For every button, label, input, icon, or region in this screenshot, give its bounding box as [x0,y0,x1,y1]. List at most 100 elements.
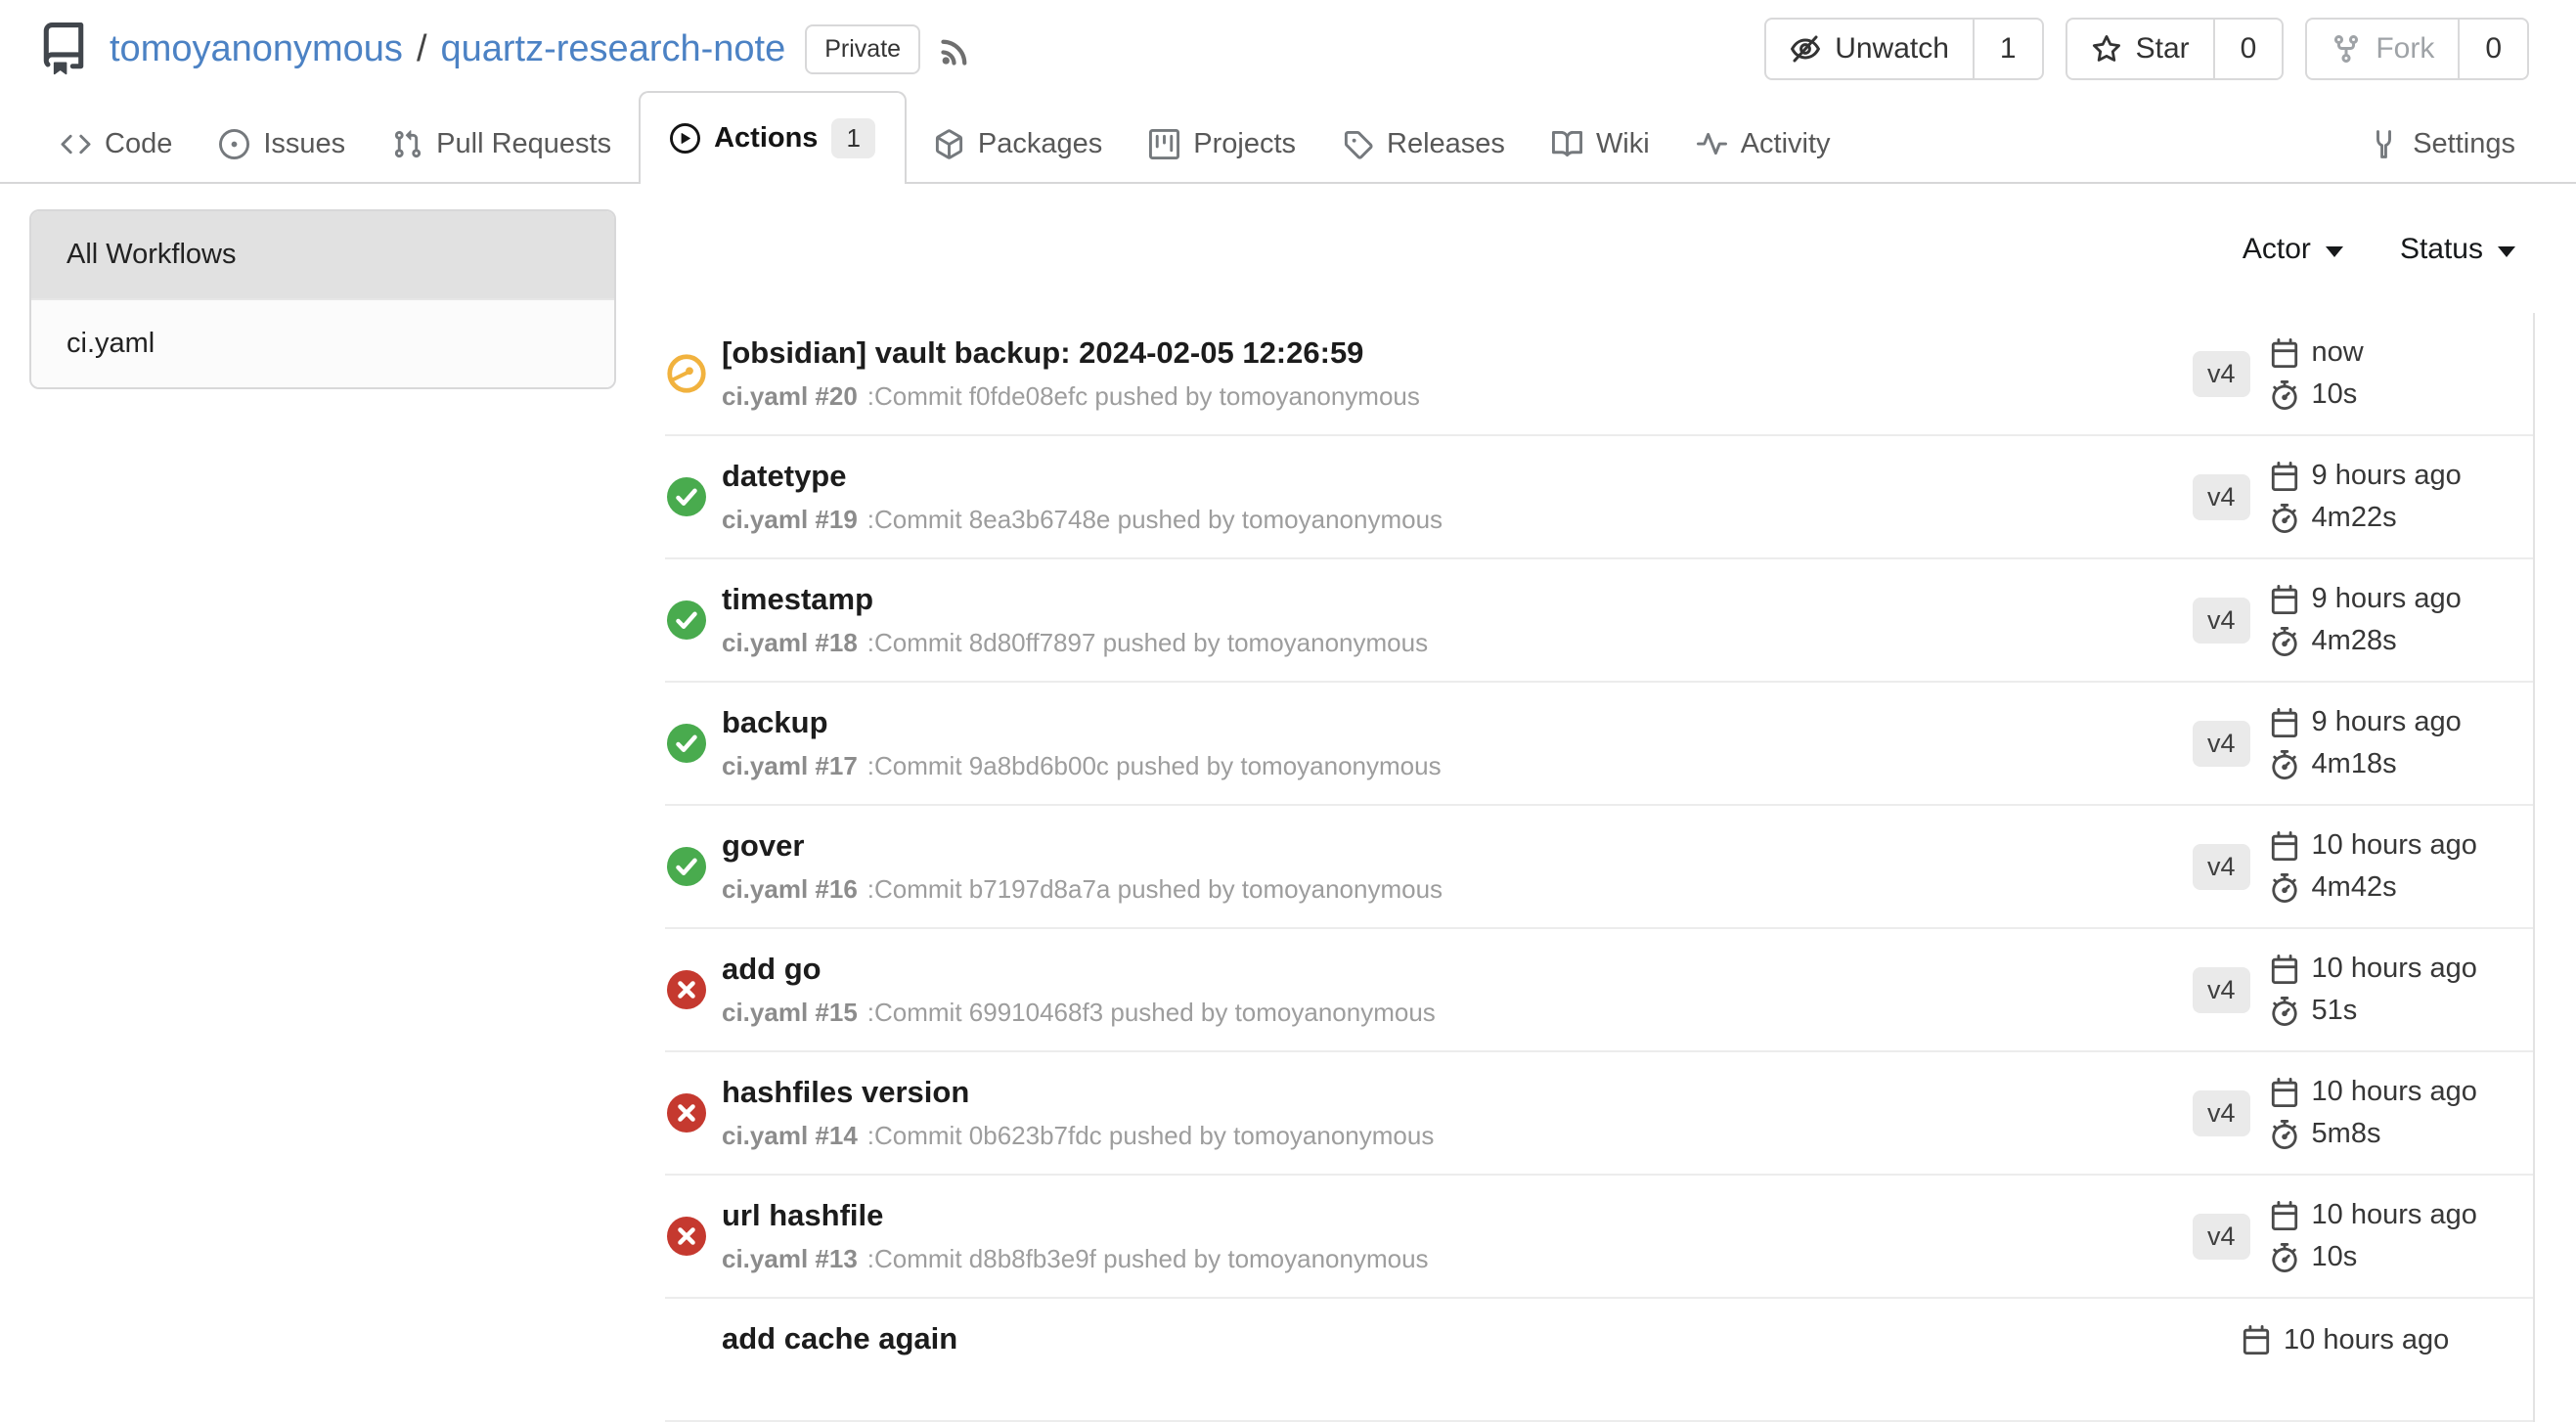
unwatch-button[interactable]: Unwatch [1766,20,1973,78]
project-board-icon [1149,129,1179,159]
run-title[interactable]: [obsidian] vault backup: 2024-02-05 12:2… [722,335,2193,371]
run-title[interactable]: url hashfile [722,1198,2193,1233]
run-duration: 4m22s [2312,502,2397,534]
fork-button[interactable]: Fork [2307,20,2458,78]
run-workflow-ref: ci.yaml #14 [722,1121,858,1150]
run-text-block: backup ci.yaml #17 :Commit 9a8bd6b00c pus… [722,705,2193,781]
stopwatch-icon [2270,750,2299,779]
workflow-run-row[interactable]: hashfiles version ci.yaml #14 :Commit 0b6… [665,1052,2533,1176]
run-text-block: add go ci.yaml #15:Commit 69910468f3 pus… [722,952,2193,1028]
run-times: 10 hours ago 51s [2270,953,2477,1027]
run-time: now [2312,336,2364,369]
tab-actions[interactable]: Actions 1 [639,91,907,184]
tab-settings[interactable]: Settings [2349,107,2535,182]
workflow-run-row[interactable]: add cache again 10 hours ago [665,1299,2533,1422]
run-subtitle: ci.yaml #16:Commit b7197d8a7a pushed by … [722,874,2193,905]
run-meta: v4 10 hours ago 5m8s [2193,1076,2529,1150]
breadcrumb: tomoyanonymous / quartz-research-note [110,28,785,70]
tab-issues-label: Issues [263,128,345,160]
run-title[interactable]: gover [722,828,2193,864]
tab-code[interactable]: Code [41,107,192,182]
workflow-run-row[interactable]: [obsidian] vault backup: 2024-02-05 12:2… [665,313,2533,436]
run-duration-line: 51s [2270,995,2477,1027]
visibility-badge: Private [805,24,920,74]
calendar-icon [2270,338,2299,368]
runner-version-badge: v4 [2193,351,2250,397]
workflow-run-row[interactable]: datetype ci.yaml #19:Commit 8ea3b6748e p… [665,436,2533,559]
sidebar-item-all-workflows[interactable]: All Workflows [31,211,614,298]
workflow-run-list: [obsidian] vault backup: 2024-02-05 12:2… [665,313,2535,1422]
run-time-line: 9 hours ago [2270,706,2462,738]
run-duration-line: 4m22s [2270,502,2462,534]
run-workflow-ref: ci.yaml #15 [722,998,858,1027]
run-commit-desc: :Commit 0b623b7fdc pushed by tomoyanonym… [867,1121,1435,1150]
runner-version-badge: v4 [2193,967,2250,1013]
star-label: Star [2136,32,2190,66]
tab-activity[interactable]: Activity [1677,107,1850,182]
run-meta: v4 10 hours ago 51s [2193,953,2529,1027]
run-times: 10 hours ago 5m8s [2270,1076,2477,1150]
run-title[interactable]: hashfiles version [722,1075,2193,1110]
unwatch-label: Unwatch [1835,32,1949,66]
run-time-line: now [2270,336,2364,369]
repo-owner-link[interactable]: tomoyanonymous [110,28,403,70]
run-title[interactable]: datetype [722,459,2193,494]
status-filter-dropdown[interactable]: Status [2400,233,2515,266]
run-subtitle: ci.yaml #14 :Commit 0b623b7fdc pushed by … [722,1121,2193,1151]
fork-label: Fork [2376,32,2434,66]
run-title[interactable]: timestamp [722,582,2193,617]
status-filter-label: Status [2400,233,2483,266]
run-status-icon [667,600,706,640]
workflow-run-row[interactable]: add go ci.yaml #15:Commit 69910468f3 pus… [665,929,2533,1052]
stars-count[interactable]: 0 [2213,20,2283,78]
run-time: 9 hours ago [2312,706,2462,738]
run-times: now 10s [2270,336,2364,411]
run-time-line: 9 hours ago [2270,460,2462,492]
run-title[interactable]: add go [722,952,2193,987]
stopwatch-icon [2270,1120,2299,1149]
run-time-line: 10 hours ago [2270,953,2477,985]
run-title[interactable]: backup [722,705,2193,740]
run-workflow-ref: ci.yaml #17 [722,751,858,780]
pulse-icon [1697,129,1727,159]
tab-pull-requests[interactable]: Pull Requests [373,107,631,182]
run-subtitle [722,1367,2193,1398]
run-title[interactable]: add cache again [722,1321,2193,1356]
run-meta: v4 10 hours ago 4m42s [2193,829,2529,904]
run-status-icon [667,1093,706,1133]
repo-name-link[interactable]: quartz-research-note [441,28,786,70]
run-duration: 51s [2312,995,2358,1027]
run-duration: 4m42s [2312,871,2397,904]
run-commit-desc: :Commit 8d80ff7897 pushed by tomoyanonym… [867,628,1428,657]
run-text-block: datetype ci.yaml #19:Commit 8ea3b6748e p… [722,459,2193,535]
run-duration-line: 5m8s [2270,1118,2477,1150]
workflow-run-row[interactable]: url hashfile ci.yaml #13:Commit d8b8fb3e… [665,1176,2533,1299]
workflow-run-row[interactable]: gover ci.yaml #16:Commit b7197d8a7a push… [665,806,2533,929]
stopwatch-icon [2270,504,2299,533]
star-button[interactable]: Star [2067,20,2213,78]
watchers-count[interactable]: 1 [1973,20,2042,78]
workflow-run-row[interactable]: timestamp ci.yaml #18:Commit 8d80ff7897 … [665,559,2533,683]
rss-feed-icon[interactable] [938,29,977,68]
tab-issues[interactable]: Issues [200,107,365,182]
run-text-block: timestamp ci.yaml #18:Commit 8d80ff7897 … [722,582,2193,658]
status-failure-icon [667,970,706,1009]
actor-filter-label: Actor [2243,233,2311,266]
run-commit-desc: :Commit f0fde08efc pushed by tomoyanonym… [867,381,1420,411]
run-meta: v4 10 hours ago 10s [2193,1199,2529,1273]
workflow-run-row[interactable]: backup ci.yaml #17 :Commit 9a8bd6b00c pus… [665,683,2533,806]
run-time: 10 hours ago [2312,953,2477,985]
run-duration-line: 4m28s [2270,625,2462,657]
tab-releases[interactable]: Releases [1323,107,1525,182]
run-subtitle: ci.yaml #18:Commit 8d80ff7897 pushed by … [722,628,2193,658]
tab-projects[interactable]: Projects [1130,107,1315,182]
tab-wiki[interactable]: Wiki [1532,107,1669,182]
sidebar-item-ci-yaml[interactable]: ci.yaml [31,298,614,387]
repo-book-icon [37,22,90,75]
actions-count-badge: 1 [831,118,874,158]
forks-count[interactable]: 0 [2458,20,2527,78]
actor-filter-dropdown[interactable]: Actor [2243,233,2343,266]
tab-packages[interactable]: Packages [914,107,1122,182]
run-commit-desc: :Commit 9a8bd6b00c pushed by tomoyanonym… [867,751,1442,780]
run-meta: 10 hours ago [2193,1324,2529,1396]
